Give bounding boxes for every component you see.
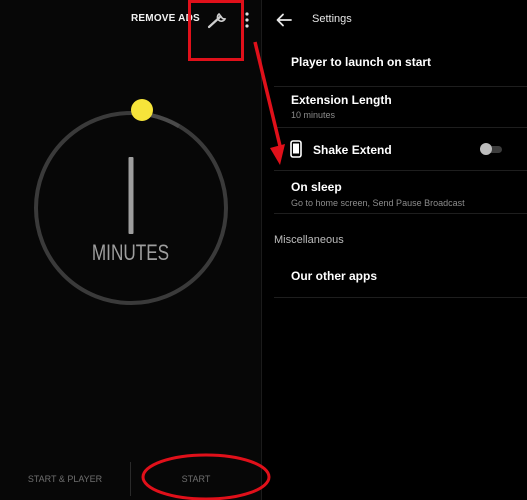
annotation-overlay <box>141 41 285 500</box>
annotation-arrow-line <box>253 41 282 147</box>
annotation-ellipse <box>141 453 271 500</box>
annotation-arrow-head <box>270 144 285 165</box>
